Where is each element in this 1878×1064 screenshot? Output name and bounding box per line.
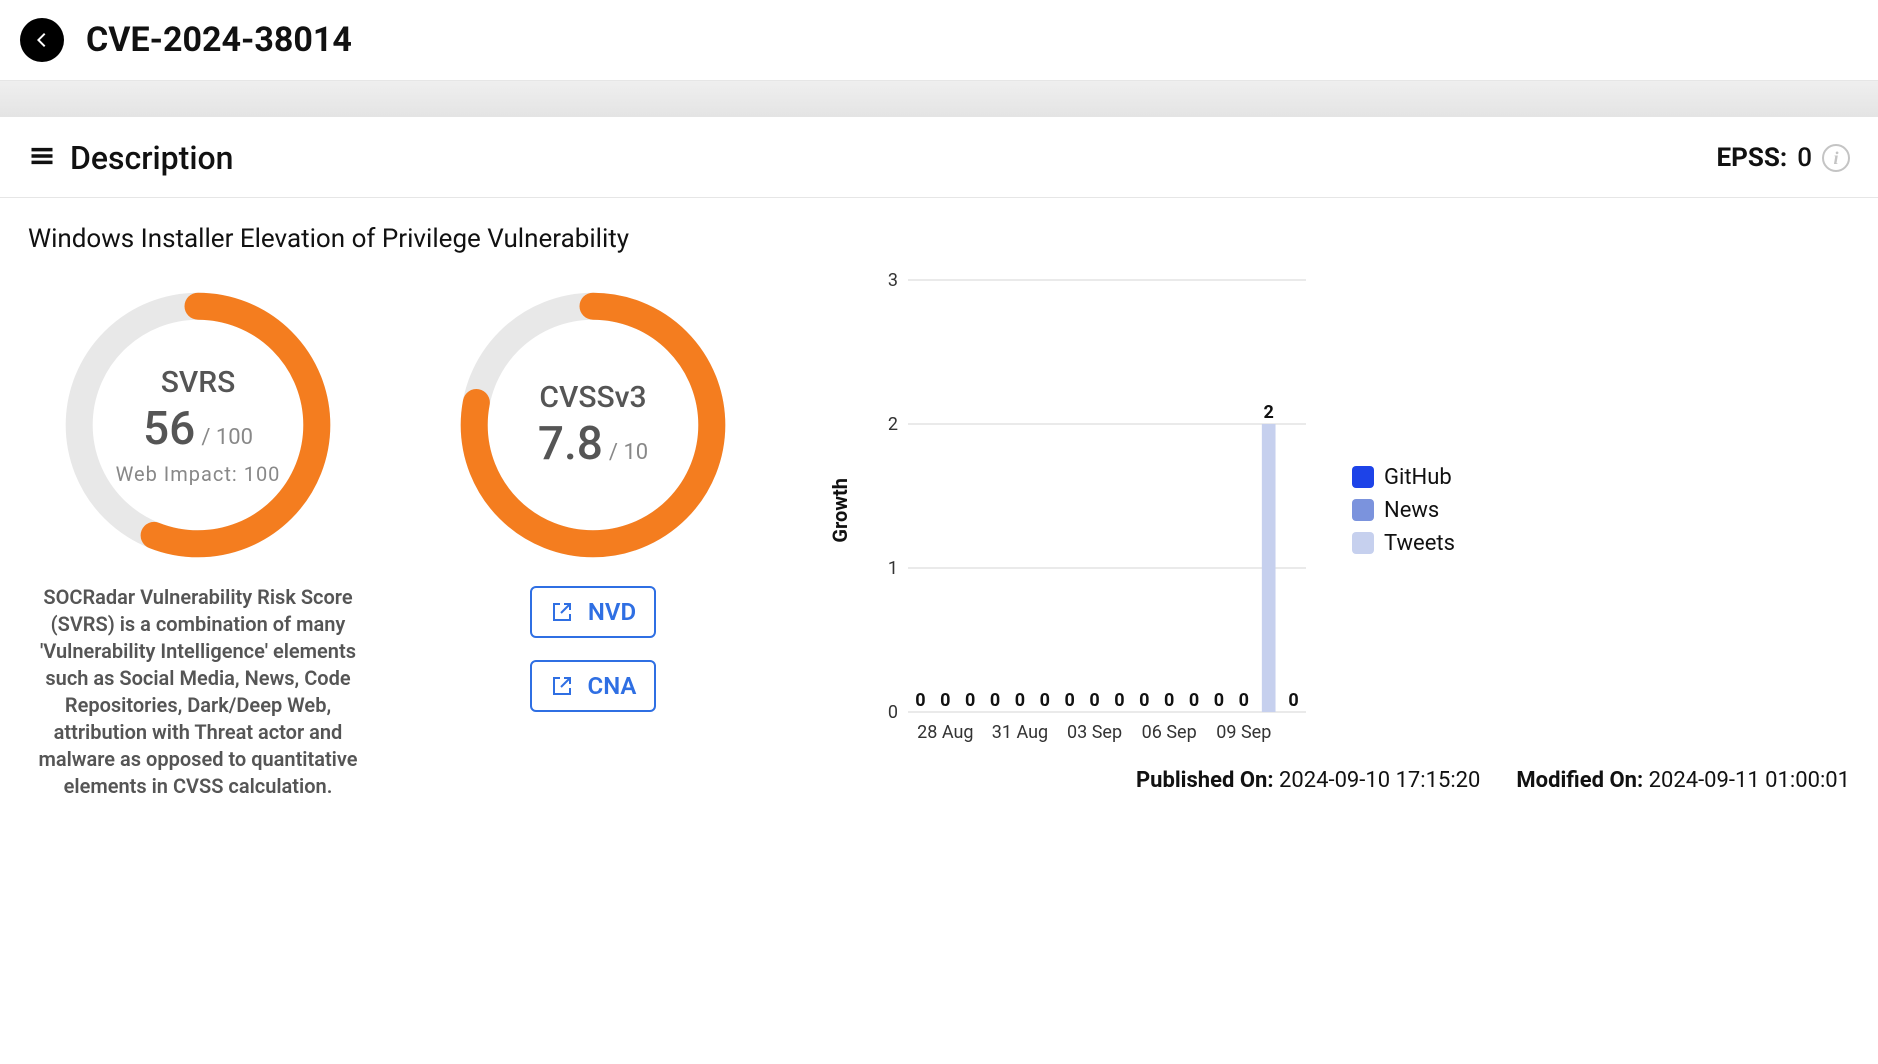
- legend-label: Tweets: [1384, 531, 1455, 556]
- published-on: Published On: 2024-09-10 17:15:20: [1136, 768, 1480, 793]
- legend-swatch: [1352, 499, 1374, 521]
- svrs-max: / 100: [201, 425, 253, 450]
- page-header: CVE-2024-38014: [0, 0, 1878, 81]
- cvss-gauge: CVSSv3 7.8 / 10: [458, 290, 728, 560]
- legend-item[interactable]: Tweets: [1352, 531, 1455, 556]
- growth-chart-panel: Growth 0123000000000000002028 Aug31 Aug0…: [768, 270, 1850, 800]
- chart-ylabel: Growth: [828, 478, 852, 543]
- svrs-webimpact: Web Impact: 100: [116, 462, 281, 486]
- cna-link-label: CNA: [588, 672, 637, 700]
- back-button[interactable]: [20, 18, 64, 62]
- content-row: SVRS 56 / 100 Web Impact: 100 SOCRadar V…: [0, 260, 1878, 812]
- svg-text:0: 0: [1015, 690, 1025, 711]
- legend-label: News: [1384, 498, 1439, 523]
- svg-text:0: 0: [1239, 690, 1249, 711]
- svg-text:0: 0: [1139, 690, 1149, 711]
- page-title: CVE-2024-38014: [86, 20, 352, 60]
- svg-text:31 Aug: 31 Aug: [992, 722, 1048, 743]
- epss-label: EPSS:: [1716, 143, 1787, 173]
- legend-label: GitHub: [1384, 465, 1452, 490]
- svg-text:0: 0: [1189, 690, 1199, 711]
- svrs-gauge-col: SVRS 56 / 100 Web Impact: 100 SOCRadar V…: [28, 290, 368, 800]
- epss-value: 0: [1797, 143, 1812, 173]
- section-title: Description: [70, 139, 233, 177]
- external-link-icon: [550, 674, 574, 698]
- svrs-gauge: SVRS 56 / 100 Web Impact: 100: [63, 290, 333, 560]
- legend-swatch: [1352, 466, 1374, 488]
- svg-text:0: 0: [940, 690, 950, 711]
- svg-text:03 Sep: 03 Sep: [1067, 722, 1122, 743]
- gauges-group: SVRS 56 / 100 Web Impact: 100 SOCRadar V…: [28, 270, 728, 800]
- svg-text:0: 0: [1114, 690, 1124, 711]
- meta-row: Published On: 2024-09-10 17:15:20 Modifi…: [828, 750, 1850, 793]
- info-icon[interactable]: i: [1822, 144, 1850, 172]
- legend-item[interactable]: News: [1352, 498, 1455, 523]
- modified-on: Modified On: 2024-09-11 01:00:01: [1516, 768, 1850, 793]
- svg-text:1: 1: [888, 558, 898, 579]
- cvss-name: CVSSv3: [539, 380, 646, 415]
- arrow-left-icon: [30, 28, 54, 52]
- svg-text:0: 0: [1065, 690, 1075, 711]
- cvss-max: / 10: [609, 440, 648, 465]
- svg-text:0: 0: [915, 690, 925, 711]
- description-text: Windows Installer Elevation of Privilege…: [0, 198, 1878, 260]
- chart-legend: GitHub News Tweets: [1332, 465, 1455, 556]
- svrs-value: 56: [143, 402, 195, 456]
- divider-strip: [0, 81, 1878, 117]
- external-link-icon: [550, 600, 574, 624]
- legend-item[interactable]: GitHub: [1352, 465, 1455, 490]
- svg-text:3: 3: [888, 270, 898, 291]
- svg-text:2: 2: [888, 414, 898, 435]
- svg-text:0: 0: [1214, 690, 1224, 711]
- cvss-gauge-col: CVSSv3 7.8 / 10 NVD CNA: [458, 290, 728, 800]
- svg-text:0: 0: [1040, 690, 1050, 711]
- svg-text:0: 0: [1089, 690, 1099, 711]
- nvd-link-label: NVD: [588, 598, 636, 626]
- svrs-name: SVRS: [161, 365, 236, 400]
- cna-link-button[interactable]: CNA: [530, 660, 657, 712]
- svg-text:0: 0: [965, 690, 975, 711]
- svg-text:0: 0: [1164, 690, 1174, 711]
- svg-text:09 Sep: 09 Sep: [1216, 722, 1271, 743]
- svg-text:2: 2: [1264, 402, 1274, 423]
- cvss-value: 7.8: [538, 417, 603, 471]
- svg-text:28 Aug: 28 Aug: [917, 722, 973, 743]
- svrs-description: SOCRadar Vulnerability Risk Score (SVRS)…: [28, 584, 368, 800]
- svg-text:0: 0: [1288, 690, 1298, 711]
- epss-readout: EPSS: 0 i: [1716, 143, 1850, 173]
- svg-text:06 Sep: 06 Sep: [1142, 722, 1197, 743]
- external-links: NVD CNA: [530, 586, 657, 712]
- svg-text:0: 0: [990, 690, 1000, 711]
- legend-swatch: [1352, 532, 1374, 554]
- svg-text:0: 0: [888, 702, 898, 723]
- chart-plot-area: 0123000000000000002028 Aug31 Aug03 Sep06…: [872, 270, 1312, 750]
- nvd-link-button[interactable]: NVD: [530, 586, 657, 638]
- list-icon: [28, 142, 56, 174]
- section-header: Description EPSS: 0 i: [0, 117, 1878, 198]
